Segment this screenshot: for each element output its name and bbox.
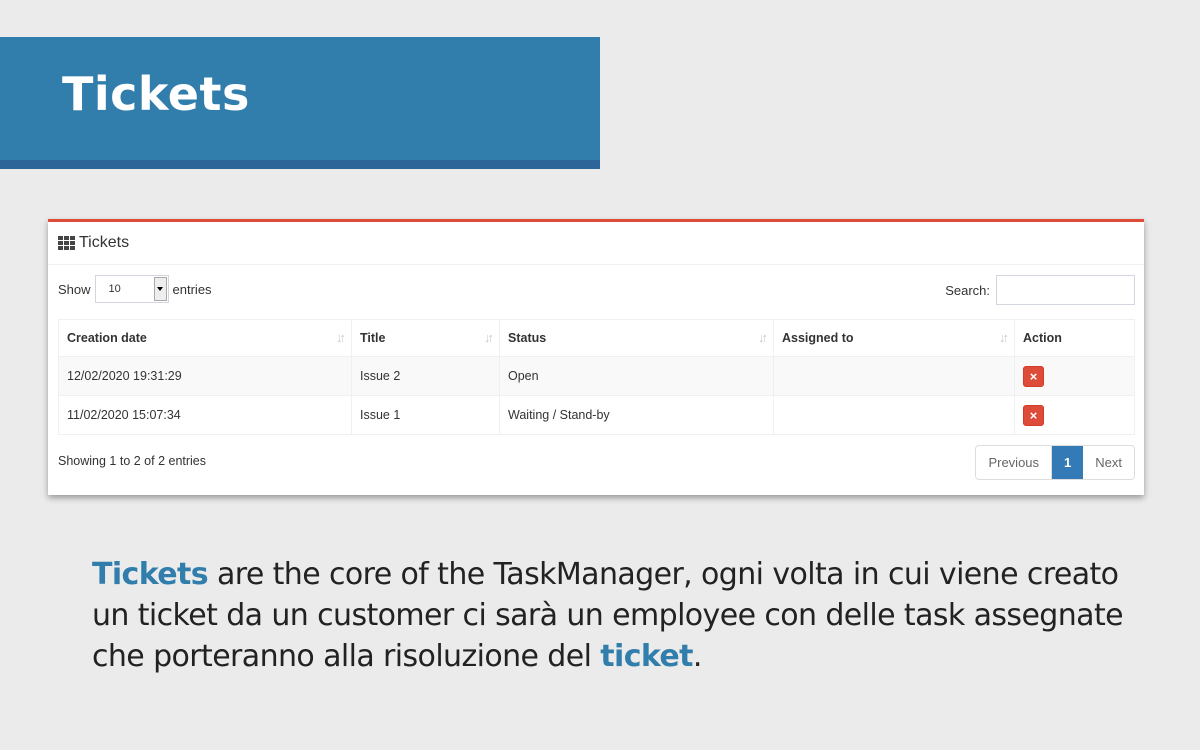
cell-action: × xyxy=(1014,356,1135,396)
sort-icon[interactable]: ↓↑ xyxy=(484,330,494,345)
sort-icon[interactable]: ↓↑ xyxy=(336,330,346,345)
table-row: 11/02/2020 15:07:34 Issue 1 Waiting / St… xyxy=(58,395,1135,435)
entries-select[interactable]: 10 xyxy=(94,275,169,303)
cell-title: Issue 1 xyxy=(351,395,500,435)
entries-label: entries xyxy=(172,281,212,297)
cell-creation-date: 11/02/2020 15:07:34 xyxy=(58,395,352,435)
cell-creation-date: 12/02/2020 19:31:29 xyxy=(58,356,352,396)
cell-status: Open xyxy=(499,356,774,396)
search-label: Search: xyxy=(945,282,990,298)
entries-select-value: 10 xyxy=(108,283,121,295)
close-icon: × xyxy=(1029,368,1038,384)
description-end: . xyxy=(692,639,703,674)
next-page-button[interactable]: Next xyxy=(1083,446,1134,479)
delete-button[interactable]: × xyxy=(1023,365,1044,387)
column-header-creation-date[interactable]: Creation date ↓↑ xyxy=(58,319,352,357)
chevron-down-icon[interactable] xyxy=(153,277,167,301)
show-label: Show xyxy=(58,281,91,297)
table-controls: Show 10 entries Search: xyxy=(48,265,1144,315)
search-input[interactable] xyxy=(996,275,1135,305)
column-header-title[interactable]: Title ↓↑ xyxy=(351,319,500,357)
box-header: Tickets xyxy=(48,222,1144,265)
search-control: Search: xyxy=(945,275,1135,305)
tickets-box: Tickets Show 10 entries Search: Creation… xyxy=(48,219,1144,495)
previous-page-button[interactable]: Previous xyxy=(976,446,1053,479)
slide-title: Tickets xyxy=(62,67,250,121)
pagination: Previous 1 Next xyxy=(975,445,1135,480)
cell-title: Issue 2 xyxy=(351,356,500,396)
sort-icon[interactable]: ↓↑ xyxy=(758,330,768,345)
cell-assigned-to xyxy=(773,395,1015,435)
column-header-status[interactable]: Status ↓↑ xyxy=(499,319,774,357)
highlight-tickets: Tickets xyxy=(92,557,209,592)
close-icon: × xyxy=(1029,407,1038,423)
column-header-assigned-to[interactable]: Assigned to ↓↑ xyxy=(773,319,1015,357)
table-header-row: Creation date ↓↑ Title ↓↑ Status ↓↑ Assigne… xyxy=(58,319,1135,357)
table-info: Showing 1 to 2 of 2 entries xyxy=(58,454,207,468)
cell-status: Waiting / Stand-by xyxy=(499,395,774,435)
length-control: Show 10 entries xyxy=(58,275,212,303)
title-banner: Tickets xyxy=(0,37,600,169)
description-paragraph: Tickets are the core of the TaskManager,… xyxy=(92,554,1142,677)
th-grid-icon xyxy=(58,236,75,250)
delete-button[interactable]: × xyxy=(1023,404,1044,426)
box-title: Tickets xyxy=(79,234,130,251)
sort-icon[interactable]: ↓↑ xyxy=(999,330,1009,345)
cell-action: × xyxy=(1014,395,1135,435)
column-header-action: Action xyxy=(1014,319,1135,357)
tickets-table: Creation date ↓↑ Title ↓↑ Status ↓↑ Assigne… xyxy=(58,319,1135,435)
page-button-current[interactable]: 1 xyxy=(1052,446,1084,479)
table-row: 12/02/2020 19:31:29 Issue 2 Open × xyxy=(58,356,1135,396)
cell-assigned-to xyxy=(773,356,1015,396)
highlight-ticket: ticket xyxy=(600,639,693,674)
